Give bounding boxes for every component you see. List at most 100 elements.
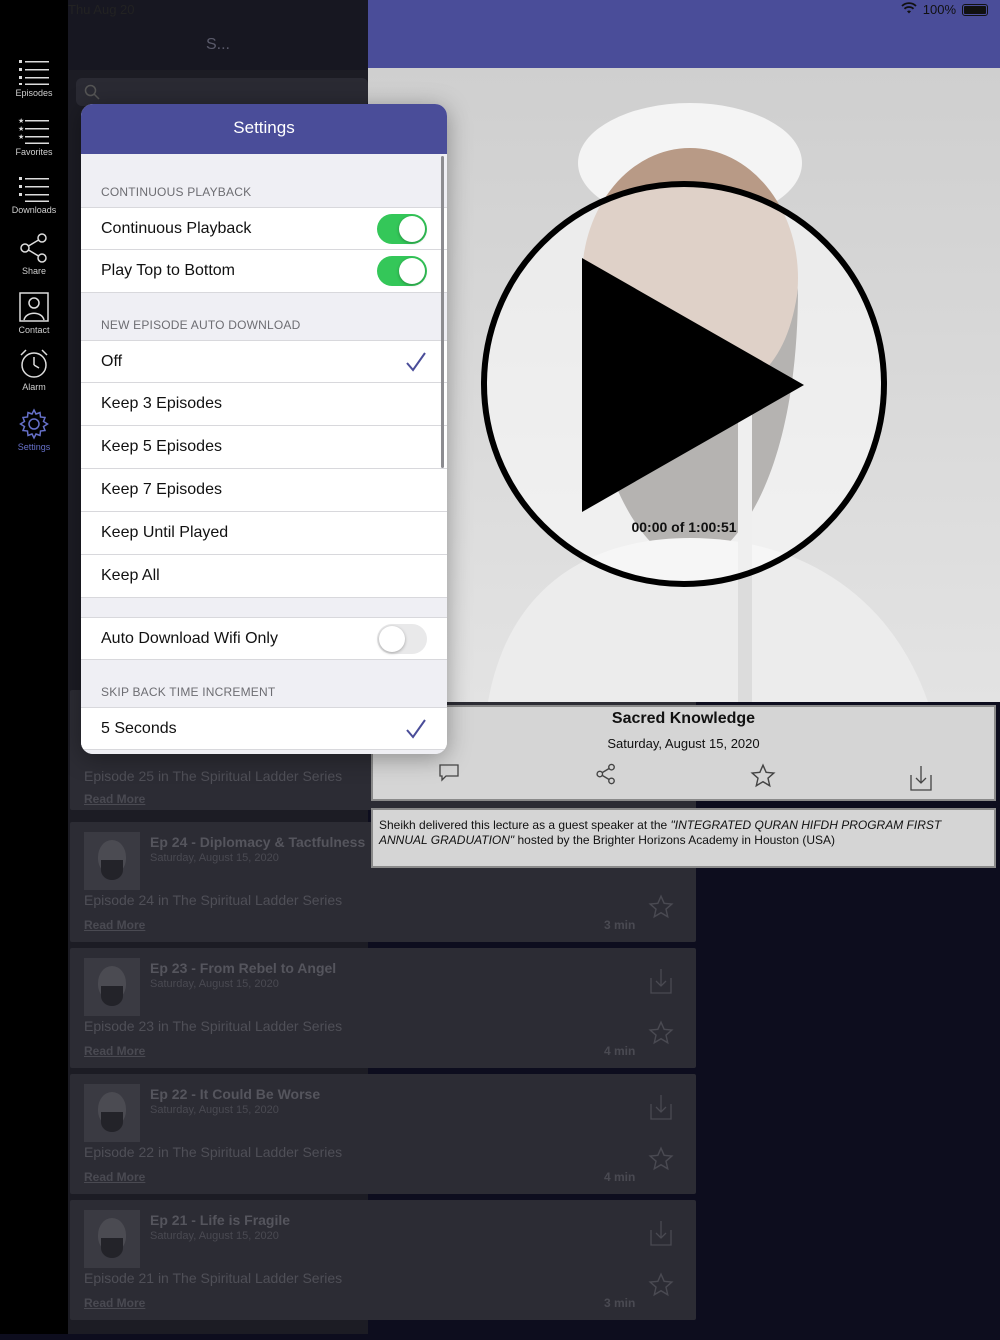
- alarm-icon: [20, 349, 48, 378]
- list-icon: [19, 60, 49, 85]
- sidebar-item-episodes[interactable]: Episodes: [0, 58, 68, 98]
- status-time: Thu Aug 20: [68, 2, 135, 17]
- description-text: Sheikh delivered this lecture as a guest…: [379, 818, 671, 832]
- gear-icon: [19, 408, 49, 440]
- row-keep-all[interactable]: Keep All: [81, 555, 447, 598]
- episode-info-title: Sacred Knowledge: [611, 710, 756, 727]
- sidebar-item-favorites[interactable]: ★ ★ ★ Favorites: [0, 117, 68, 157]
- sidebar-item-downloads[interactable]: Downloads: [0, 175, 68, 215]
- battery-icon: [962, 3, 988, 16]
- row-label: Keep 3 Episodes: [101, 395, 222, 412]
- row-continuous-playback: Continuous Playback: [81, 207, 447, 250]
- episode-description: Episode 21 in The Spiritual Ladder Serie…: [84, 1270, 343, 1286]
- episode-duration: 4 min: [604, 1044, 636, 1058]
- download-icon[interactable]: [650, 1094, 672, 1120]
- row-label: Keep Until Played: [101, 524, 229, 541]
- sidebar-item-alarm[interactable]: Alarm: [0, 348, 68, 392]
- settings-list[interactable]: CONTINUOUS PLAYBACK Continuous Playback …: [81, 154, 447, 754]
- star-icon[interactable]: [648, 1272, 674, 1298]
- episode-description: Episode 24 in The Spiritual Ladder Serie…: [84, 892, 343, 908]
- download-icon[interactable]: [650, 968, 672, 994]
- row-keep-5[interactable]: Keep 5 Episodes: [81, 426, 447, 469]
- row-keep-3[interactable]: Keep 3 Episodes: [81, 383, 447, 426]
- list-item[interactable]: Ep 21 - Life is Fragile Saturday, August…: [70, 1200, 696, 1320]
- download-icon[interactable]: [910, 765, 932, 791]
- list-item[interactable]: Ep 22 - It Could Be Worse Saturday, Augu…: [70, 1074, 696, 1194]
- read-more-link[interactable]: Read More: [84, 918, 145, 932]
- continuous-playback-toggle[interactable]: [377, 214, 427, 244]
- checkmark-icon: [406, 352, 426, 372]
- row-off[interactable]: Off: [81, 340, 447, 383]
- episode-duration: 3 min: [604, 1296, 636, 1310]
- section-header-skip-back: SKIP BACK TIME INCREMENT: [101, 685, 276, 699]
- read-more-link[interactable]: Read More: [84, 1044, 145, 1058]
- read-more-link[interactable]: Read More: [84, 1170, 145, 1184]
- section-header-auto-download: NEW EPISODE AUTO DOWNLOAD: [101, 318, 301, 332]
- episode-info-panel: Sacred Knowledge Saturday, August 15, 20…: [371, 705, 996, 801]
- row-keep-until-played[interactable]: Keep Until Played: [81, 512, 447, 555]
- star-icon[interactable]: [648, 1020, 674, 1046]
- wifi-only-toggle[interactable]: [377, 624, 427, 654]
- status-right: 100%: [901, 2, 988, 17]
- list-item[interactable]: Ep 23 - From Rebel to Angel Saturday, Au…: [70, 948, 696, 1068]
- row-label: Off: [101, 353, 123, 370]
- sidebar-item-label: Share: [21, 266, 47, 276]
- checkmark-icon: [406, 719, 426, 739]
- episode-description: Episode 23 in The Spiritual Ladder Serie…: [84, 1018, 343, 1034]
- star-icon[interactable]: [648, 1146, 674, 1172]
- episode-title: Ep 21 - Life is Fragile: [150, 1212, 291, 1228]
- episode-thumbnail: [84, 1084, 140, 1142]
- settings-popover: Settings CONTINUOUS PLAYBACK Continuous …: [81, 104, 447, 754]
- section-header-continuous: CONTINUOUS PLAYBACK: [101, 185, 252, 199]
- contact-icon: [19, 292, 49, 322]
- episode-title: Ep 22 - It Could Be Worse: [150, 1086, 321, 1102]
- play-top-to-bottom-toggle[interactable]: [377, 256, 427, 286]
- download-list-icon: [19, 177, 49, 202]
- row-label: Auto Download Wifi Only: [101, 630, 278, 647]
- row-keep-7[interactable]: Keep 7 Episodes: [81, 469, 447, 512]
- row-label: Keep 7 Episodes: [101, 481, 222, 498]
- sidebar-item-share[interactable]: Share: [0, 232, 68, 276]
- share-icon: [20, 233, 47, 263]
- read-more-link[interactable]: Read More: [84, 1296, 145, 1310]
- episode-info-date: Saturday, August 15, 2020: [607, 736, 760, 751]
- battery-percent: 100%: [922, 2, 956, 17]
- sidebar-item-settings[interactable]: Settings: [0, 408, 68, 452]
- comment-icon[interactable]: [438, 763, 460, 783]
- sidebar-item-contact[interactable]: Contact: [0, 291, 68, 335]
- list-title: S...: [205, 36, 230, 53]
- row-play-top-to-bottom: Play Top to Bottom: [81, 250, 447, 293]
- episode-thumbnail: [84, 1210, 140, 1268]
- row-wifi-only: Auto Download Wifi Only: [81, 617, 447, 660]
- settings-title: Settings: [81, 104, 447, 154]
- episode-date: Saturday, August 15, 2020: [150, 978, 279, 990]
- search-icon: [84, 84, 100, 100]
- sidebar-item-label: Alarm: [22, 382, 46, 392]
- scroll-indicator[interactable]: [441, 156, 444, 468]
- favorite-star-icon[interactable]: [750, 763, 776, 789]
- read-more-link[interactable]: Read More: [84, 792, 145, 806]
- sidebar-item-label: Settings: [17, 442, 51, 452]
- episode-thumbnail: [84, 958, 140, 1016]
- status-bar: Thu Aug 20 100%: [0, 0, 1000, 20]
- episode-duration: 3 min: [604, 918, 636, 932]
- sidebar-item-label: Favorites: [15, 147, 53, 157]
- share-icon[interactable]: [595, 763, 617, 785]
- description-text-end: hosted by the Brighter Horizons Academy …: [514, 833, 836, 847]
- episode-date: Saturday, August 15, 2020: [150, 1230, 279, 1242]
- sidebar: Episodes ★ ★ ★ Favorites Downloads Share C…: [0, 0, 68, 1334]
- play-icon[interactable]: [582, 258, 804, 512]
- star-icon[interactable]: [648, 894, 674, 920]
- episode-title: Ep 24 - Diplomacy & Tactfulness: [150, 834, 366, 850]
- star-list-icon: ★★★: [18, 117, 49, 144]
- episode-duration: 4 min: [604, 1170, 636, 1184]
- row-five-seconds[interactable]: 5 Seconds: [81, 707, 447, 750]
- episode-description: Episode 22 in The Spiritual Ladder Serie…: [84, 1144, 343, 1160]
- search-input[interactable]: [76, 78, 368, 106]
- row-label: Keep 5 Episodes: [101, 438, 222, 455]
- svg-text:★: ★: [18, 133, 24, 141]
- episode-date: Saturday, August 15, 2020: [150, 1104, 279, 1116]
- episode-date: Saturday, August 15, 2020: [150, 852, 279, 864]
- download-icon[interactable]: [650, 1220, 672, 1246]
- wifi-icon: [901, 2, 917, 17]
